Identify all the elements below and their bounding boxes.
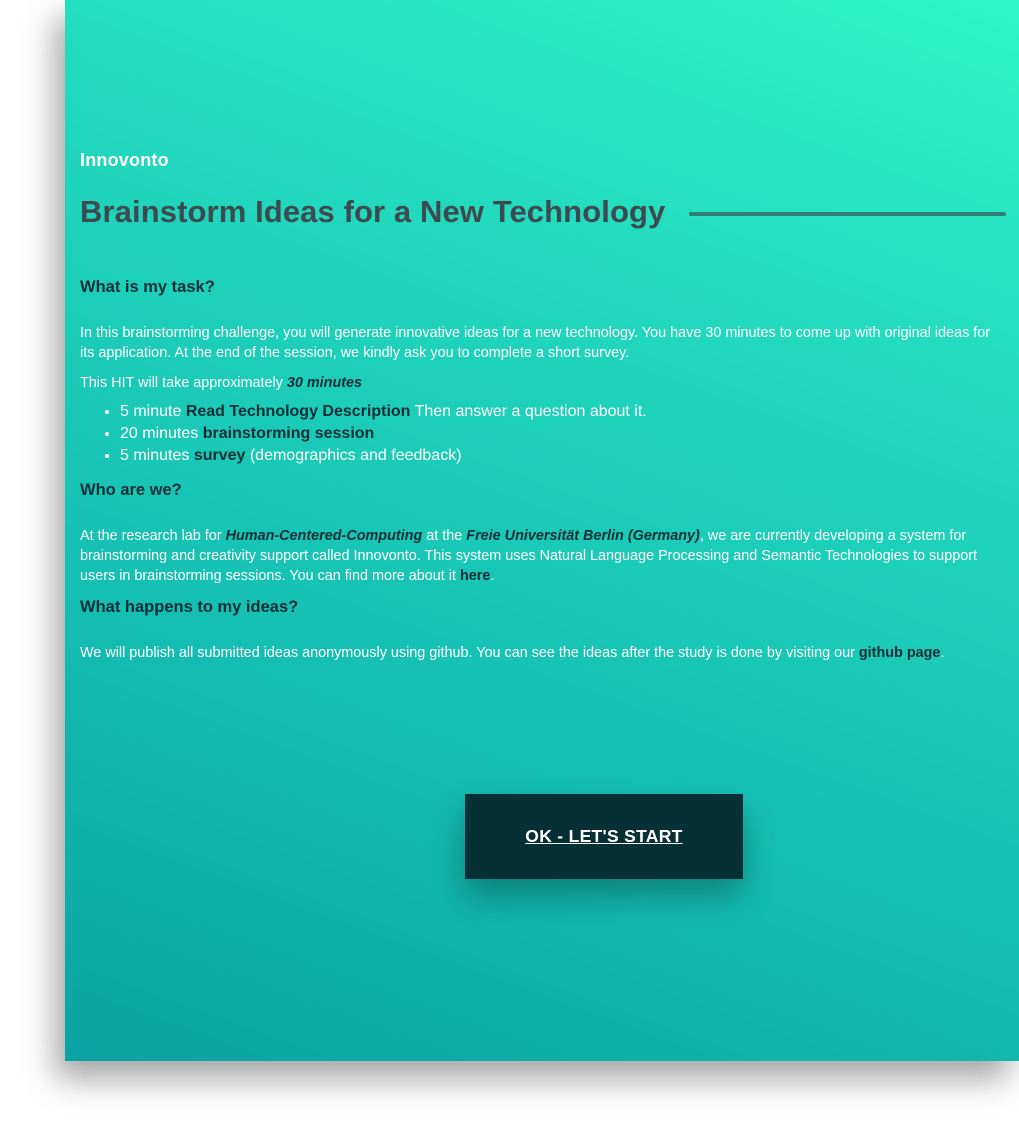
more-info-link[interactable]: here (460, 568, 490, 584)
ideas-text: We will publish all submitted ideas anon… (80, 645, 945, 661)
task-heading: What is my task? (80, 278, 215, 296)
brand-name: Innovonto (80, 150, 169, 170)
who-section: Who are we? At the research lab for Huma… (80, 481, 1006, 586)
title-divider (689, 212, 1006, 216)
task-intro: In this brainstorming challenge, you wil… (80, 325, 991, 361)
title-row: Brainstorm Ideas for a New Technology (80, 190, 1006, 234)
ideas-section: What happens to my ideas? We will publis… (80, 598, 1006, 663)
start-button-label: OK - LET'S START (525, 826, 683, 846)
task-section: What is my task? In this brainstorming c… (80, 278, 1006, 467)
list-item: 20 minutes brainstorming session (120, 423, 1006, 445)
page-title: Brainstorm Ideas for a New Technology (80, 194, 666, 229)
instructions-card: Innovonto Brainstorm Ideas for a New Tec… (65, 0, 1019, 1061)
list-item: 5 minute Read Technology Description The… (120, 401, 1006, 423)
university-name: Freie Universität Berlin (Germany) (466, 528, 700, 544)
task-steps-list: 5 minute Read Technology Description The… (80, 401, 1006, 467)
start-button[interactable]: OK - LET'S START (465, 794, 743, 879)
lab-name: Human-Centered-Computing (225, 528, 423, 544)
duration-value: 30 minutes (286, 375, 363, 391)
list-item: 5 minutes survey (demographics and feedb… (120, 445, 1006, 467)
duration-prefix: This HIT will take approximately (80, 375, 287, 391)
task-duration: This HIT will take approximately 30 minu… (80, 373, 1006, 393)
who-text: At the research lab for Human-Centered-C… (80, 528, 977, 584)
ideas-heading: What happens to my ideas? (80, 598, 299, 616)
github-page-link[interactable]: github page (859, 645, 941, 661)
who-heading: Who are we? (80, 481, 182, 499)
